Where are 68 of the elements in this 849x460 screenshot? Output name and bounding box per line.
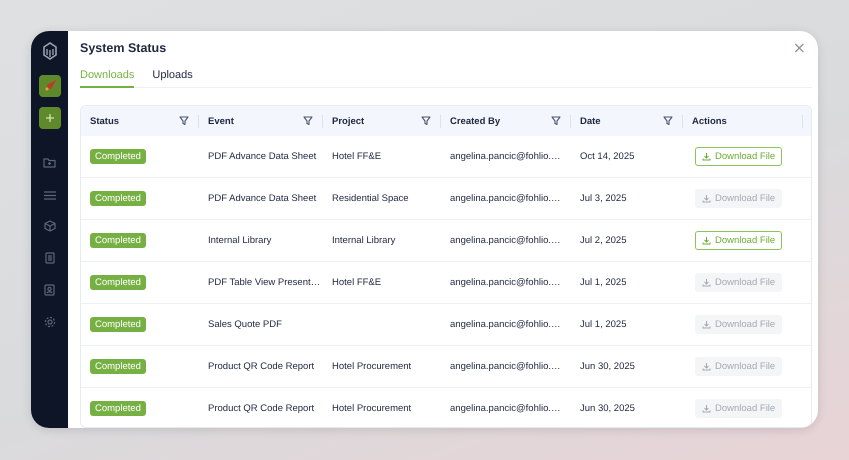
column-header[interactable]: Date (580, 116, 601, 126)
document-icon[interactable] (44, 252, 54, 264)
table-cell-text: Sales Quote PDF (207, 319, 283, 330)
table-cell-text: PDF Advance Data Sheet (207, 151, 318, 162)
table-cell-text: angelina.pancic@fohlio.… (449, 193, 562, 204)
filter-icon[interactable] (663, 116, 673, 126)
column-header[interactable]: Actions (692, 116, 727, 126)
table-cell-text: Product QR Code Report (207, 361, 316, 372)
table-cell-text: Hotel FF&E (331, 151, 382, 162)
table-cell-text: Internal Library (331, 235, 396, 246)
table-cell-text: Jul 3, 2025 (579, 193, 628, 204)
add-button[interactable] (38, 107, 60, 129)
table-cell-text: angelina.pancic@fohlio.… (449, 277, 562, 288)
status-badge: Completed (90, 317, 146, 332)
table-cell-text: Jul 2, 2025 (579, 235, 628, 246)
download-icon (702, 362, 711, 371)
column-header[interactable]: Status (90, 116, 120, 126)
filter-icon[interactable] (179, 116, 189, 126)
menu-icon[interactable] (44, 191, 56, 200)
table-cell-text: angelina.pancic@fohlio.… (449, 319, 562, 330)
cube-icon[interactable] (44, 220, 56, 232)
status-badge: Completed (90, 359, 146, 374)
folder-icon[interactable] (43, 157, 56, 168)
download-icon (702, 236, 711, 245)
table-cell-text: angelina.pancic@fohlio.… (449, 403, 562, 414)
filter-icon[interactable] (421, 116, 431, 126)
table-cell-text: Oct 14, 2025 (579, 151, 636, 162)
tab[interactable]: Downloads (80, 69, 134, 88)
download-icon (702, 278, 711, 287)
table-cell-text: Hotel Procurement (331, 403, 412, 414)
plus-icon (44, 113, 54, 123)
table-cell-text: Jul 1, 2025 (579, 319, 628, 330)
filter-icon[interactable] (303, 116, 313, 126)
close-button[interactable]: × (792, 41, 812, 55)
filter-icon[interactable] (551, 116, 561, 126)
download-icon (702, 320, 711, 329)
table-cell-text: Hotel FF&E (331, 277, 382, 288)
download-icon (702, 152, 711, 161)
table-cell-text: Jun 30, 2025 (579, 361, 636, 372)
table-cell-text: Residential Space (331, 193, 410, 204)
table-cell-text: PDF Table View Present… (207, 277, 322, 288)
table-cell-text: Hotel Procurement (331, 361, 412, 372)
column-header[interactable]: Created By (450, 116, 500, 126)
download-button[interactable]: Download File (695, 231, 782, 250)
tab[interactable]: Uploads (152, 69, 193, 88)
settings-icon[interactable] (44, 316, 56, 328)
table-cell-text: Jul 1, 2025 (579, 277, 628, 288)
contact-icon[interactable] (44, 284, 55, 296)
rocket-button[interactable] (38, 75, 60, 97)
status-badge: Completed (90, 149, 146, 164)
download-icon (702, 194, 711, 203)
table-cell-text: angelina.pancic@fohlio.… (449, 361, 562, 372)
table-cell-text: PDF Advance Data Sheet (207, 193, 318, 204)
status-badge: Completed (90, 191, 146, 206)
table-cell-text: Product QR Code Report (207, 403, 316, 414)
status-badge: Completed (90, 401, 146, 416)
column-header[interactable]: Project (332, 116, 364, 126)
column-header[interactable]: Event (208, 116, 234, 126)
table-cell-text: angelina.pancic@fohlio.… (449, 151, 562, 162)
rocket-icon (44, 80, 56, 92)
download-button[interactable]: Download File (695, 147, 782, 166)
table-cell-text: angelina.pancic@fohlio.… (449, 235, 562, 246)
table-cell-text: Internal Library (207, 235, 272, 246)
download-icon (702, 404, 711, 413)
status-badge: Completed (90, 233, 146, 248)
table-cell-text: Jun 30, 2025 (579, 403, 636, 414)
status-badge: Completed (90, 275, 146, 290)
dialog-title: System Status (80, 41, 166, 55)
